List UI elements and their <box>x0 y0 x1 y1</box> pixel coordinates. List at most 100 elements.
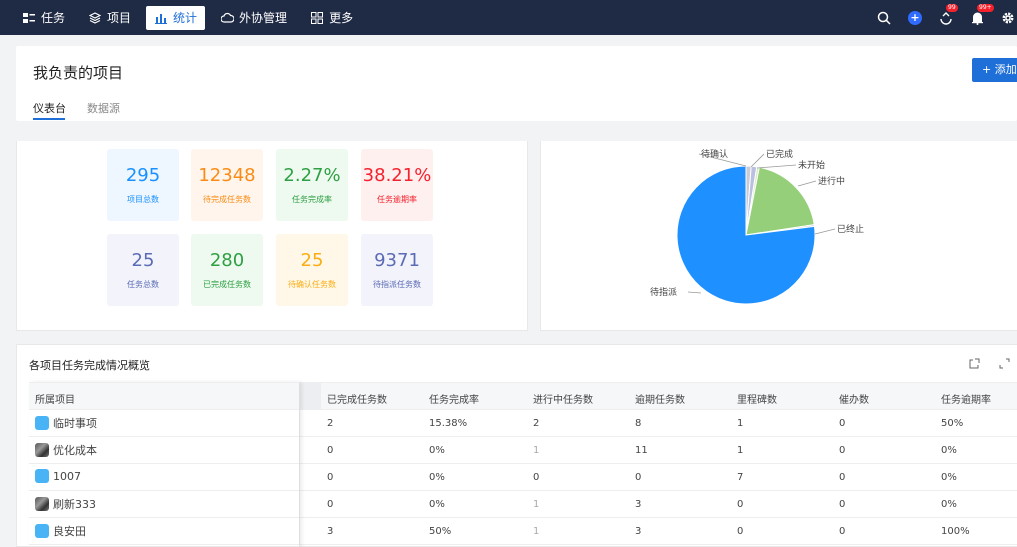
nav-item-statistics[interactable]: 统计 <box>146 5 206 30</box>
task-status-pie-chart: 待确认 已完成未开始进行中已终止待指派 <box>650 148 864 305</box>
stat-card-task-total[interactable]: 25 任务总数 <box>107 234 179 306</box>
pie-slice-label: 待确认 <box>701 148 728 160</box>
scroll-gutter <box>299 382 321 410</box>
table-cell: 1 <box>533 499 540 510</box>
project-avatar-icon <box>35 497 49 511</box>
table-cell: 100% <box>941 526 970 537</box>
fixed-column-divider <box>299 382 300 547</box>
project-cell[interactable]: 刷新333 <box>35 496 96 512</box>
column-header[interactable]: 催办数 <box>839 391 869 406</box>
table-cell: 1 <box>533 445 540 456</box>
stat-label: 项目总数 <box>127 195 159 204</box>
table-cell: 0 <box>737 526 744 537</box>
pie-label-line <box>797 180 817 187</box>
table-cell: 0 <box>737 499 744 510</box>
table-row[interactable]: 刷新333 0 0% 1 3 0 0 0% <box>29 491 1017 518</box>
stat-card-completion-rate[interactable]: 2.27% 任务完成率 <box>276 149 348 221</box>
active-tab-indicator <box>33 118 65 120</box>
stat-value: 295 <box>125 165 161 186</box>
stat-value: 12348 <box>198 165 256 186</box>
stat-label: 已完成任务数 <box>203 280 251 289</box>
table-cell: 3 <box>635 499 642 510</box>
table-cell: 0 <box>327 499 334 510</box>
stat-card-completed-tasks[interactable]: 280 已完成任务数 <box>191 234 263 306</box>
project-avatar-icon <box>35 524 49 538</box>
table-cell: 0% <box>429 499 445 510</box>
nav-item-label: 更多 <box>329 11 354 25</box>
stat-value: 9371 <box>374 250 420 271</box>
stat-value: 25 <box>131 250 155 271</box>
stat-card-pending-tasks[interactable]: 12348 待完成任务数 <box>191 149 263 221</box>
table-row[interactable]: 临时事项 2 15.38% 2 8 1 0 50% <box>29 410 1017 437</box>
stat-label: 待完成任务数 <box>203 195 251 204</box>
table-cell: 1 <box>533 526 540 537</box>
bell-icon[interactable]: 99+ <box>968 3 994 27</box>
table-cell: 7 <box>737 472 744 483</box>
column-header[interactable]: 里程碑数 <box>737 391 777 406</box>
table-cell: 0% <box>941 472 957 483</box>
table-row[interactable]: 优化成本 0 0% 1 11 1 0 0% <box>29 437 1017 464</box>
table-cell: 0 <box>839 418 846 429</box>
stat-card-to-assign-tasks[interactable]: 9371 待指派任务数 <box>361 234 433 306</box>
gear-icon[interactable] <box>999 9 1017 27</box>
table-row[interactable]: 良安田 3 50% 1 3 0 0 100% <box>29 518 1017 545</box>
add-circle-icon[interactable]: + <box>906 9 924 27</box>
project-cell[interactable]: 优化成本 <box>35 442 97 458</box>
table-cell: 2 <box>533 418 540 429</box>
pie-slice-label: 未开始 <box>798 159 825 171</box>
project-cell[interactable]: 临时事项 <box>35 415 97 431</box>
table-cell: 15.38% <box>429 418 468 429</box>
table-title: 各项目任务完成情况概览 <box>29 359 150 372</box>
pie-slice-label: 已终止 <box>837 223 864 235</box>
column-header[interactable]: 任务逾期率 <box>941 391 991 406</box>
column-header[interactable]: 已完成任务数 <box>327 391 387 406</box>
pie-label-line <box>756 164 797 169</box>
table-row[interactable]: 1007 0 0% 0 0 7 0 0% <box>29 464 1017 491</box>
sync-badge: 99 <box>946 3 958 12</box>
project-cell[interactable]: 1007 <box>35 469 81 483</box>
project-avatar-icon <box>35 416 49 430</box>
bell-badge: 99+ <box>977 3 994 12</box>
tab-dashboard[interactable]: 仪表台 <box>33 100 66 116</box>
grid-icon <box>310 11 324 25</box>
stat-card-project-total[interactable]: 295 项目总数 <box>107 149 179 221</box>
page-header: 我负责的项目 + 添加 仪表台 数据源 <box>16 46 1017 121</box>
table-cell: 0% <box>941 445 957 456</box>
table-cell: 0 <box>839 499 846 510</box>
nav-item-tasks[interactable]: 任务 <box>14 6 73 30</box>
nav-item-more[interactable]: 更多 <box>302 6 361 30</box>
table-cell: 0% <box>429 445 445 456</box>
tab-datasource[interactable]: 数据源 <box>87 100 120 116</box>
table-cell: 50% <box>941 418 964 429</box>
top-nav: 任务 项目 统计 外协管理 更多 + 99 99+ <box>0 0 1017 35</box>
project-cell[interactable]: 良安田 <box>35 523 86 539</box>
nav-item-projects[interactable]: 项目 <box>80 6 139 30</box>
stat-card-overdue-rate[interactable]: 38.21% 任务逾期率 <box>361 149 433 221</box>
table-cell: 0% <box>429 472 445 483</box>
bar-chart-icon <box>154 11 168 25</box>
nav-item-label: 任务 <box>41 11 66 25</box>
export-icon[interactable] <box>969 358 981 370</box>
pie-label-line <box>750 153 765 168</box>
table-cell: 3 <box>635 526 642 537</box>
table-cell: 11 <box>635 445 648 456</box>
table-header: 所属项目 已完成任务数 任务完成率 进行中任务数 逾期任务数 里程碑数 催办数 … <box>29 382 1017 410</box>
add-button[interactable]: + 添加 <box>972 58 1017 82</box>
table-cell: 0 <box>839 526 846 537</box>
column-header[interactable]: 任务完成率 <box>429 391 479 406</box>
pie-slice-label: 已完成 <box>766 148 793 160</box>
search-icon[interactable] <box>875 9 893 27</box>
sync-icon[interactable]: 99 <box>937 3 958 27</box>
column-header[interactable]: 逾期任务数 <box>635 391 685 406</box>
layers-icon <box>88 11 102 25</box>
pie-slice-label: 进行中 <box>818 175 845 187</box>
column-header[interactable]: 所属项目 <box>35 391 75 406</box>
stat-card-to-confirm-tasks[interactable]: 25 待确认任务数 <box>276 234 348 306</box>
table-cell: 0% <box>941 499 957 510</box>
cloud-icon <box>220 11 234 25</box>
column-header[interactable]: 进行中任务数 <box>533 391 593 406</box>
nav-item-outsourcing[interactable]: 外协管理 <box>212 6 295 30</box>
task-icon <box>22 11 36 25</box>
project-name: 刷新333 <box>53 498 96 511</box>
fullscreen-icon[interactable] <box>999 358 1011 370</box>
